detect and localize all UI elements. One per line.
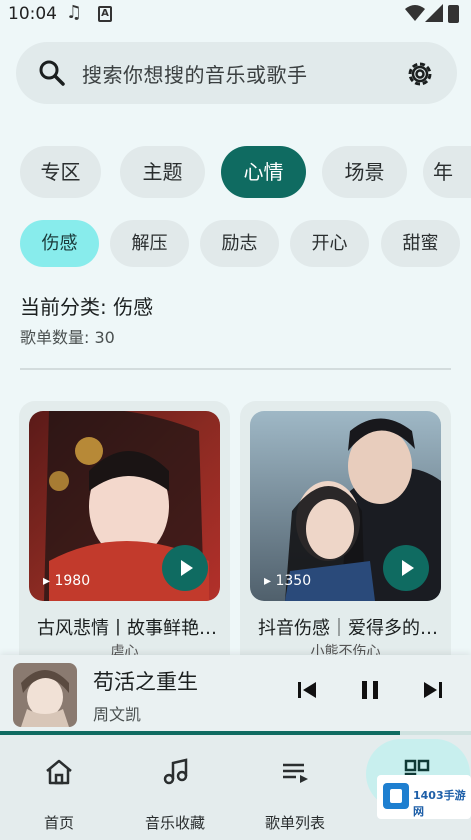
mood-chip[interactable]: 甜蜜 [381,220,460,267]
search-icon [39,60,65,86]
divider [20,368,451,370]
category-chip-active[interactable]: 心情 [221,146,306,198]
mood-tabs: 伤感 解压 励志 开心 甜蜜 [0,220,471,268]
category-chip[interactable]: 专区 [20,146,101,198]
play-count-value: 1350 [275,573,312,589]
play-button[interactable] [383,545,429,591]
wifi-icon [405,5,425,21]
music-note-icon [163,758,188,785]
mood-chip[interactable]: 励志 [200,220,279,267]
category-chip[interactable]: 主题 [120,146,205,198]
play-count: ▸ 1350 [264,573,312,589]
watermark-logo-icon [383,783,409,809]
play-button[interactable] [162,545,208,591]
nav-item-favorites[interactable]: 音乐收藏 [116,735,234,840]
mood-chip-active[interactable]: 伤感 [20,220,99,267]
playlist-count: 歌单数量: 30 [20,328,115,347]
playlist-card[interactable]: ▸ 1980 古风悲情丨故事鲜艳凄美的古风说唱 虐心 [19,401,230,671]
watermark: 1403手游网 [377,775,471,819]
cover-image [13,663,77,727]
category-chip[interactable]: 场景 [322,146,407,198]
nav-label: 首页 [43,814,74,832]
now-playing-artist: 周文凯 [93,705,142,724]
mood-chip[interactable]: 解压 [110,220,189,267]
playlist-cover: ▸ 1350 [250,411,441,601]
now-playing-cover [13,663,77,727]
nav-label: 歌单列表 [264,814,325,832]
music-note-icon: ♫ [66,2,83,23]
now-playing-bar[interactable]: 苟活之重生 周文凯 [0,655,471,735]
now-playing-title: 苟活之重生 [93,670,198,694]
nav-label: 音乐收藏 [144,814,205,832]
mood-chip[interactable]: 开心 [290,220,369,267]
next-icon[interactable] [422,679,444,701]
playlist-title: 抖音伤感｜爱得多的人总是会受伤 [258,618,438,639]
play-count-value: 1980 [54,573,91,589]
playlist-title: 古风悲情丨故事鲜艳凄美的古风说唱 [37,618,217,639]
signal-icon [425,4,443,22]
playlist-cover: ▸ 1980 [29,411,220,601]
watermark-text: 1403手游网 [413,789,466,818]
battery-icon [448,5,459,23]
status-bar: 10:04 ♫ A [0,0,471,30]
previous-icon[interactable] [296,679,318,701]
nav-item-playlists[interactable]: 歌单列表 [236,735,354,840]
status-time: 10:04 [8,4,57,24]
category-chip[interactable]: 年 [423,146,471,198]
search-input[interactable]: 搜索你想搜的音乐或歌手 [82,59,308,88]
search-bar[interactable]: 搜索你想搜的音乐或歌手 [16,42,457,104]
playlist-card[interactable]: ▸ 1350 抖音伤感｜爱得多的人总是会受伤 小熊不伤心 [240,401,451,671]
settings-icon[interactable] [405,59,435,89]
play-count: ▸ 1980 [43,573,91,589]
nav-item-home[interactable]: 首页 [0,735,118,840]
home-icon [46,759,72,785]
current-category: 当前分类: 伤感 [20,295,154,319]
category-tabs: 专区 主题 心情 场景 年 [0,146,471,200]
pause-icon[interactable] [359,679,381,701]
notification-a-icon: A [98,6,112,22]
playlist-icon [283,763,308,783]
